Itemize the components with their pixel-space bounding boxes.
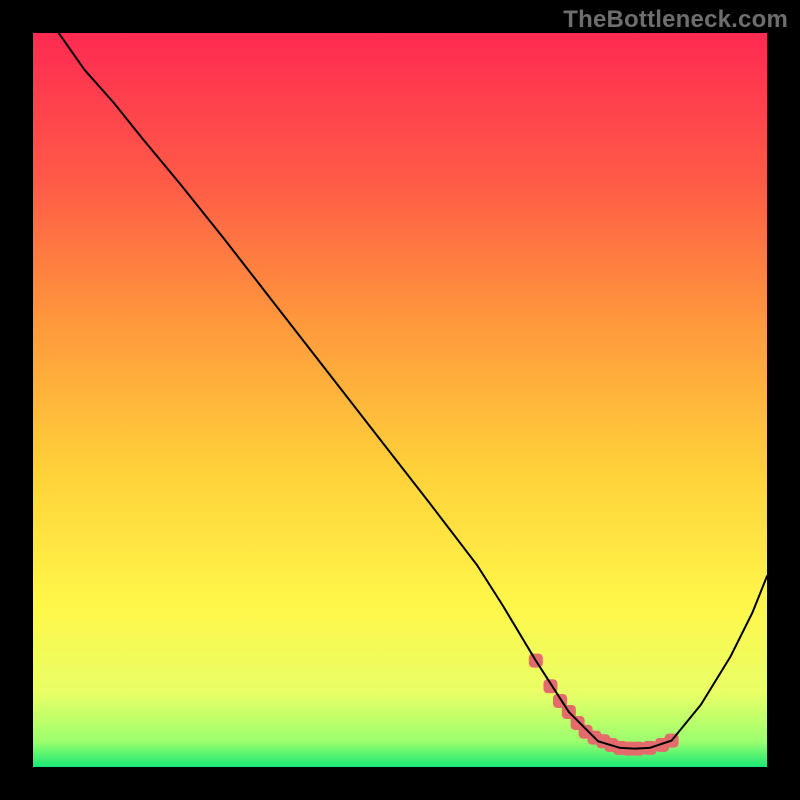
chart-stage: TheBottleneck.com bbox=[0, 0, 800, 800]
gradient-background bbox=[33, 33, 767, 767]
bottleneck-chart bbox=[33, 33, 767, 767]
plot-area bbox=[33, 33, 767, 767]
watermark-text: TheBottleneck.com bbox=[563, 6, 788, 34]
